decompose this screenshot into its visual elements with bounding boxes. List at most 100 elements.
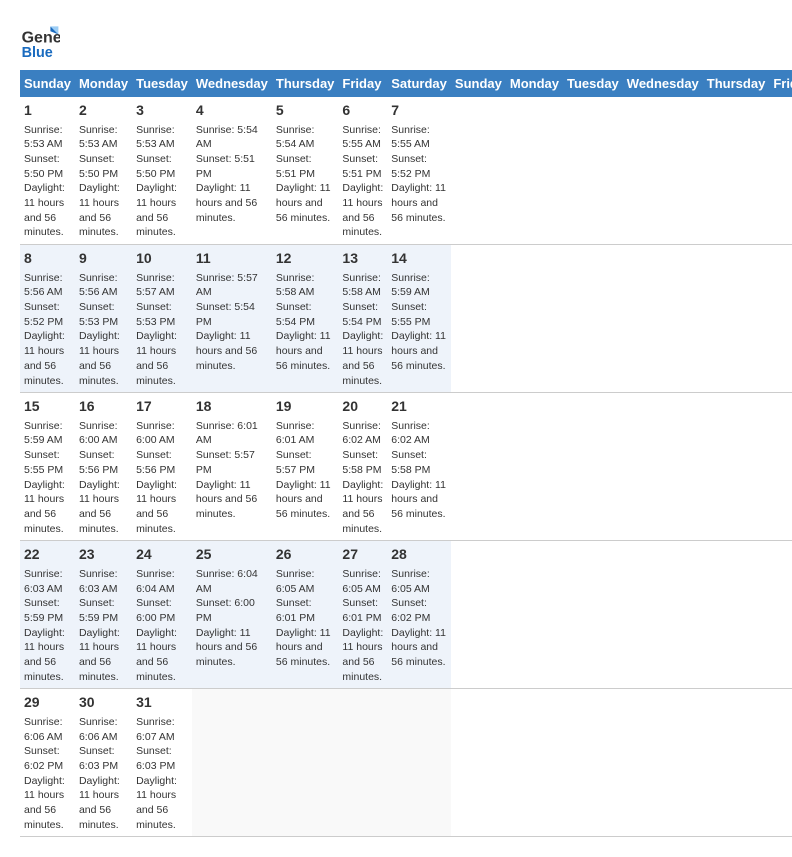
header-day-sunday: Sunday <box>20 70 75 97</box>
sunset: Sunset: 5:54 PM <box>342 301 381 328</box>
daylight: Daylight: 11 hours and 56 minutes. <box>136 775 177 831</box>
day-number: 7 <box>391 101 447 121</box>
header-day-tuesday: Tuesday <box>132 70 192 97</box>
sunset: Sunset: 6:03 PM <box>136 745 175 772</box>
daylight: Daylight: 11 hours and 56 minutes. <box>276 627 331 668</box>
sunrise: Sunrise: 6:02 AM <box>342 420 381 447</box>
day-number: 28 <box>391 545 447 565</box>
daylight: Daylight: 11 hours and 56 minutes. <box>391 330 446 371</box>
sunrise: Sunrise: 6:03 AM <box>24 568 63 595</box>
sunset: Sunset: 6:01 PM <box>276 597 315 624</box>
calendar-header-row: SundayMondayTuesdayWednesdayThursdayFrid… <box>20 70 792 97</box>
day-number: 4 <box>196 101 268 121</box>
calendar-week-5: 29Sunrise: 6:06 AMSunset: 6:02 PMDayligh… <box>20 689 792 837</box>
calendar-cell: 15Sunrise: 5:59 AMSunset: 5:55 PMDayligh… <box>20 393 75 541</box>
daylight: Daylight: 11 hours and 56 minutes. <box>79 330 120 386</box>
sunrise: Sunrise: 6:04 AM <box>196 568 258 595</box>
header-day-friday: Friday <box>338 70 387 97</box>
daylight: Daylight: 11 hours and 56 minutes. <box>196 627 257 668</box>
calendar-cell: 10Sunrise: 5:57 AMSunset: 5:53 PMDayligh… <box>132 245 192 393</box>
header-day-thursday: Thursday <box>272 70 339 97</box>
calendar-cell: 23Sunrise: 6:03 AMSunset: 5:59 PMDayligh… <box>75 541 132 689</box>
calendar-cell: 27Sunrise: 6:05 AMSunset: 6:01 PMDayligh… <box>338 541 387 689</box>
sunrise: Sunrise: 6:00 AM <box>136 420 175 447</box>
sunset: Sunset: 5:56 PM <box>79 449 118 476</box>
sunset: Sunset: 5:50 PM <box>24 153 63 180</box>
day-number: 12 <box>276 249 335 269</box>
daylight: Daylight: 11 hours and 56 minutes. <box>24 182 65 238</box>
sunset: Sunset: 5:56 PM <box>136 449 175 476</box>
calendar-cell: 5Sunrise: 5:54 AMSunset: 5:51 PMDaylight… <box>272 97 339 245</box>
day-number: 8 <box>24 249 71 269</box>
calendar-cell <box>387 689 451 837</box>
sunset: Sunset: 5:55 PM <box>24 449 63 476</box>
day-number: 24 <box>136 545 188 565</box>
day-number: 19 <box>276 397 335 417</box>
sunrise: Sunrise: 5:55 AM <box>391 124 430 151</box>
daylight: Daylight: 11 hours and 56 minutes. <box>391 627 446 668</box>
header-monday: Monday <box>506 70 563 97</box>
sunset: Sunset: 5:50 PM <box>136 153 175 180</box>
sunrise: Sunrise: 5:54 AM <box>196 124 258 151</box>
calendar-cell: 29Sunrise: 6:06 AMSunset: 6:02 PMDayligh… <box>20 689 75 837</box>
calendar-cell: 4Sunrise: 5:54 AMSunset: 5:51 PMDaylight… <box>192 97 272 245</box>
day-number: 23 <box>79 545 128 565</box>
daylight: Daylight: 11 hours and 56 minutes. <box>79 627 120 683</box>
sunrise: Sunrise: 5:58 AM <box>276 272 315 299</box>
sunrise: Sunrise: 6:06 AM <box>79 716 118 743</box>
header-friday: Friday <box>769 70 792 97</box>
calendar-cell <box>192 689 272 837</box>
sunrise: Sunrise: 5:53 AM <box>24 124 63 151</box>
daylight: Daylight: 11 hours and 56 minutes. <box>79 479 120 535</box>
sunrise: Sunrise: 6:04 AM <box>136 568 175 595</box>
calendar-cell: 17Sunrise: 6:00 AMSunset: 5:56 PMDayligh… <box>132 393 192 541</box>
day-number: 10 <box>136 249 188 269</box>
sunset: Sunset: 5:57 PM <box>276 449 315 476</box>
day-number: 13 <box>342 249 383 269</box>
sunrise: Sunrise: 6:06 AM <box>24 716 63 743</box>
sunset: Sunset: 5:54 PM <box>276 301 315 328</box>
day-number: 31 <box>136 693 188 713</box>
calendar-cell: 6Sunrise: 5:55 AMSunset: 5:51 PMDaylight… <box>338 97 387 245</box>
page-header: General Blue <box>20 20 772 60</box>
sunrise: Sunrise: 5:55 AM <box>342 124 381 151</box>
day-number: 2 <box>79 101 128 121</box>
daylight: Daylight: 11 hours and 56 minutes. <box>342 627 383 683</box>
header-thursday: Thursday <box>703 70 770 97</box>
calendar-cell: 16Sunrise: 6:00 AMSunset: 5:56 PMDayligh… <box>75 393 132 541</box>
sunset: Sunset: 5:54 PM <box>196 301 255 328</box>
sunrise: Sunrise: 5:57 AM <box>196 272 258 299</box>
sunset: Sunset: 5:50 PM <box>79 153 118 180</box>
sunset: Sunset: 5:52 PM <box>24 301 63 328</box>
calendar-cell: 24Sunrise: 6:04 AMSunset: 6:00 PMDayligh… <box>132 541 192 689</box>
sunrise: Sunrise: 6:01 AM <box>276 420 315 447</box>
sunrise: Sunrise: 5:53 AM <box>79 124 118 151</box>
daylight: Daylight: 11 hours and 56 minutes. <box>24 627 65 683</box>
daylight: Daylight: 11 hours and 56 minutes. <box>136 330 177 386</box>
calendar-cell <box>338 689 387 837</box>
calendar-cell: 13Sunrise: 5:58 AMSunset: 5:54 PMDayligh… <box>338 245 387 393</box>
day-number: 30 <box>79 693 128 713</box>
sunrise: Sunrise: 6:05 AM <box>391 568 430 595</box>
day-number: 26 <box>276 545 335 565</box>
day-number: 22 <box>24 545 71 565</box>
header-sunday: Sunday <box>451 70 506 97</box>
sunset: Sunset: 6:02 PM <box>391 597 430 624</box>
sunrise: Sunrise: 6:00 AM <box>79 420 118 447</box>
day-number: 11 <box>196 249 268 269</box>
calendar-cell: 21Sunrise: 6:02 AMSunset: 5:58 PMDayligh… <box>387 393 451 541</box>
calendar-cell: 20Sunrise: 6:02 AMSunset: 5:58 PMDayligh… <box>338 393 387 541</box>
header-day-monday: Monday <box>75 70 132 97</box>
sunset: Sunset: 5:53 PM <box>136 301 175 328</box>
day-number: 5 <box>276 101 335 121</box>
day-number: 27 <box>342 545 383 565</box>
sunset: Sunset: 6:03 PM <box>79 745 118 772</box>
sunset: Sunset: 5:51 PM <box>342 153 381 180</box>
daylight: Daylight: 11 hours and 56 minutes. <box>276 182 331 223</box>
day-number: 14 <box>391 249 447 269</box>
calendar-cell: 11Sunrise: 5:57 AMSunset: 5:54 PMDayligh… <box>192 245 272 393</box>
calendar-cell <box>272 689 339 837</box>
calendar-week-2: 8Sunrise: 5:56 AMSunset: 5:52 PMDaylight… <box>20 245 792 393</box>
day-number: 21 <box>391 397 447 417</box>
day-number: 29 <box>24 693 71 713</box>
